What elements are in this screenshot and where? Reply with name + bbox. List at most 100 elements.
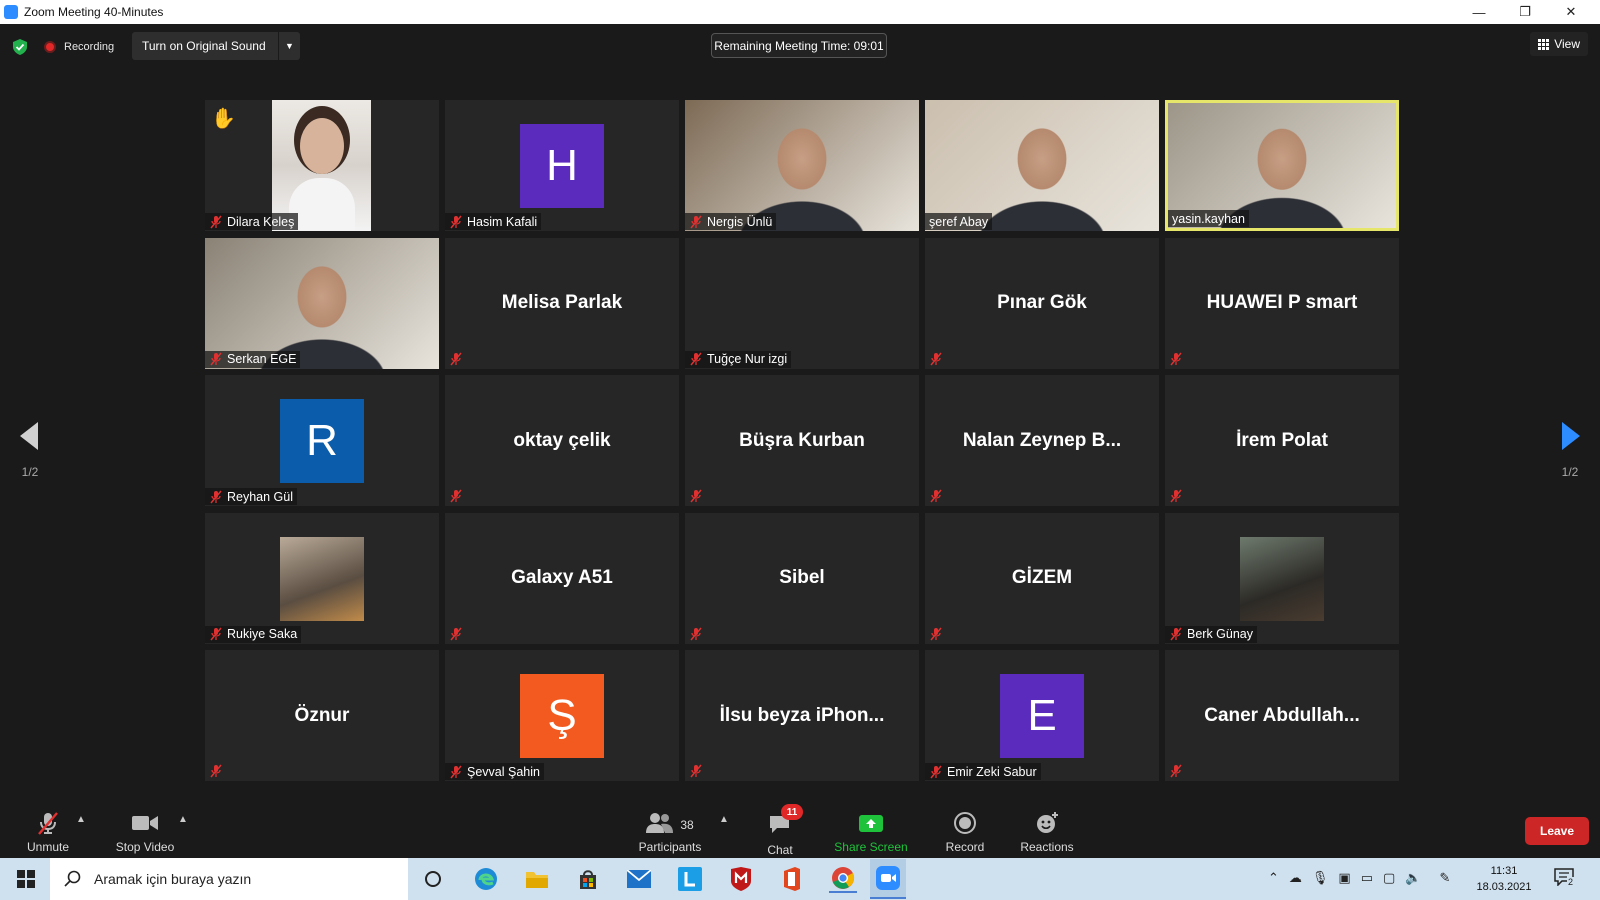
recording-indicator[interactable]: Recording <box>44 38 114 56</box>
restore-button[interactable]: ❐ <box>1502 0 1548 24</box>
participant-display-name: Büşra Kurban <box>739 429 865 451</box>
muted-microphone-icon <box>38 812 58 835</box>
participants-icon <box>646 813 674 833</box>
participants-label: Participants <box>638 840 702 854</box>
original-sound-button[interactable]: Turn on Original Sound ▼ <box>132 32 300 60</box>
participant-tile[interactable]: Ş Şevval Şahin <box>445 650 679 781</box>
participant-profile-photo <box>1240 536 1324 621</box>
participant-display-name: İlsu beyza iPhon... <box>719 704 885 726</box>
tray-expand-chevron-icon[interactable]: ⌃ <box>1268 870 1279 886</box>
record-button[interactable]: Record <box>940 810 990 854</box>
participant-display-name: HUAWEI P smart <box>1206 292 1358 313</box>
participant-tile[interactable]: Melisa Parlak <box>445 237 679 369</box>
participant-tile[interactable]: Galaxy A51 <box>445 512 679 644</box>
volume-icon[interactable]: 🔈 <box>1405 870 1421 886</box>
audio-options-caret-icon[interactable]: ▲ <box>76 814 86 825</box>
participants-options-caret-icon[interactable]: ▲ <box>719 814 729 825</box>
microphone-in-use-icon[interactable]: 🎙 <box>1312 870 1329 886</box>
participant-name: Tuğçe Nur izgi <box>707 352 788 366</box>
l-app-icon[interactable] <box>676 865 704 893</box>
windows-start-button[interactable] <box>12 865 40 893</box>
participant-tile[interactable]: Tuğçe Nur izgi <box>685 237 919 369</box>
participant-tile[interactable]: Sibel <box>685 512 919 644</box>
participant-tile[interactable]: Nergis Ünlü <box>685 100 919 231</box>
participant-tile[interactable]: İlsu beyza iPhon... <box>685 650 919 781</box>
participant-name: Reyhan Gül <box>227 489 294 504</box>
muted-microphone-icon <box>209 764 223 778</box>
participant-tile[interactable]: İrem Polat <box>1165 375 1399 506</box>
muted-microphone-icon <box>1169 764 1183 778</box>
participant-name-label: Dilara Keleş <box>205 213 299 230</box>
taskbar-clock[interactable]: 11:31 18.03.2021 <box>1470 863 1538 895</box>
chat-button[interactable]: 11 Chat <box>758 804 803 857</box>
stop-video-button[interactable]: Stop Video <box>110 810 180 854</box>
security-shield-icon[interactable] <box>12 38 28 56</box>
pen-icon[interactable]: ✎ <box>1440 870 1451 886</box>
participant-display-name: Sibel <box>779 567 825 588</box>
share-screen-label: Share Screen <box>834 840 908 854</box>
participant-tile[interactable]: Rukiye Saka <box>205 512 439 644</box>
muted-microphone-icon <box>209 352 223 366</box>
muted-microphone-icon <box>689 627 703 641</box>
participant-name-label: Rukiye Saka <box>205 625 302 643</box>
microsoft-store-icon[interactable] <box>574 865 602 893</box>
participant-tile[interactable]: Serkan EGE <box>205 237 439 369</box>
participant-tile[interactable]: Öznur <box>205 650 439 781</box>
mail-icon[interactable] <box>625 865 653 893</box>
onedrive-cloud-icon[interactable]: ☁ <box>1289 870 1302 886</box>
participants-button[interactable]: 38 Participants <box>630 810 710 854</box>
participant-avatar: E <box>1000 673 1084 758</box>
arrow-left-icon <box>20 422 38 450</box>
participant-tile[interactable]: HUAWEI P smart <box>1165 237 1399 369</box>
taskbar-search-box[interactable]: Aramak için buraya yazın <box>50 858 408 900</box>
participant-tile[interactable]: Nalan Zeynep B... <box>925 375 1159 506</box>
clock-time: 11:31 <box>1490 865 1518 877</box>
office-icon[interactable] <box>778 865 806 893</box>
edge-browser-icon[interactable] <box>472 865 500 893</box>
participant-tile[interactable]: GİZEM <box>925 512 1159 644</box>
taskbar-search-placeholder: Aramak için buraya yazın <box>94 871 252 887</box>
participant-name: Dilara Keleş <box>227 214 295 229</box>
participant-name: Şevval Şahin <box>467 764 540 779</box>
participant-tile[interactable]: Büşra Kurban <box>685 375 919 506</box>
video-options-caret-icon[interactable]: ▲ <box>178 814 188 825</box>
participant-tile[interactable]: Pınar Gök <box>925 237 1159 369</box>
display-icon[interactable]: ▢ <box>1383 870 1395 886</box>
muted-microphone-icon <box>449 489 463 503</box>
previous-page-button[interactable]: 1/2 <box>10 422 50 479</box>
participant-name: Nergis Ünlü <box>707 214 773 229</box>
muted-microphone-icon <box>689 489 703 503</box>
search-icon <box>64 870 81 887</box>
chrome-icon[interactable] <box>829 865 857 893</box>
share-screen-button[interactable]: Share Screen <box>832 810 910 854</box>
file-explorer-icon[interactable] <box>523 865 551 893</box>
participant-tile[interactable]: H Hasim Kafali <box>445 100 679 231</box>
participant-tile[interactable]: Dilara Keleş ✋ <box>205 100 439 231</box>
participant-display-name: Pınar Gök <box>997 292 1087 313</box>
participant-display-name: Öznur <box>294 704 350 726</box>
participant-tile[interactable]: oktay çelik <box>445 375 679 506</box>
participant-tile[interactable]: E Emir Zeki Sabur <box>925 650 1159 781</box>
zoom-taskbar-icon[interactable] <box>870 859 906 899</box>
task-view-button[interactable] <box>419 865 447 893</box>
participant-tile[interactable]: yasin.kayhan <box>1165 100 1399 231</box>
leave-button[interactable]: Leave <box>1525 817 1589 845</box>
participant-name-label: yasin.kayhan <box>1168 210 1249 227</box>
participant-tile[interactable]: R Reyhan Gül <box>205 375 439 506</box>
battery-icon[interactable]: ▭ <box>1361 870 1373 886</box>
window-title: Zoom Meeting 40-Minutes <box>24 5 164 19</box>
participant-tile[interactable]: Berk Günay <box>1165 512 1399 644</box>
close-button[interactable]: ✕ <box>1548 0 1594 24</box>
participant-tile[interactable]: Caner Abdullah... <box>1165 650 1399 781</box>
chevron-down-icon[interactable]: ▼ <box>278 32 300 60</box>
muted-microphone-icon <box>929 489 943 503</box>
view-button[interactable]: View <box>1530 32 1588 56</box>
notifications-button[interactable]: 2 <box>1554 868 1580 890</box>
mcafee-icon[interactable] <box>727 865 755 893</box>
unmute-button[interactable]: Unmute <box>24 810 72 854</box>
network-icon[interactable]: ▣ <box>1338 870 1350 886</box>
participant-tile[interactable]: şeref Abay <box>925 100 1159 231</box>
minimize-button[interactable]: — <box>1456 0 1502 24</box>
next-page-button[interactable]: 1/2 <box>1550 422 1590 479</box>
reactions-button[interactable]: Reactions <box>1016 810 1078 854</box>
